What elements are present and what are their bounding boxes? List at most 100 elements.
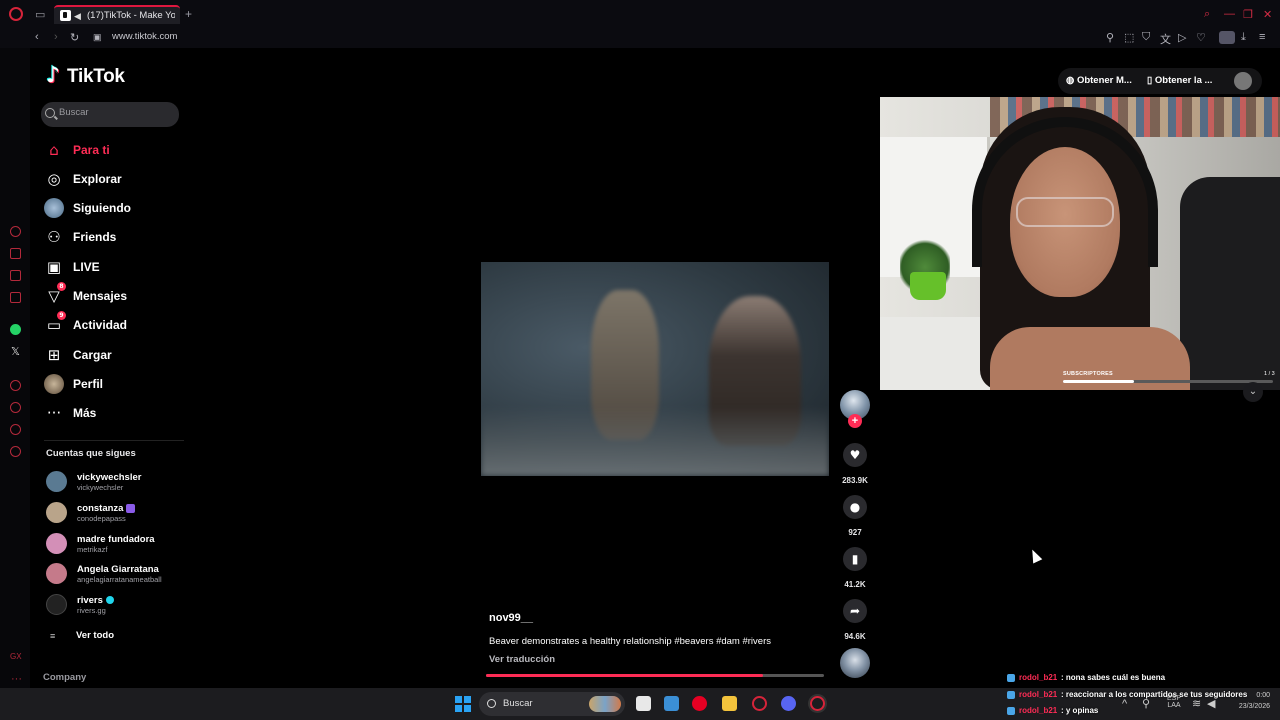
avatar bbox=[46, 594, 67, 615]
get-app-button[interactable]: ▯ Obtener la ... bbox=[1147, 75, 1212, 86]
subscribers-label: SUBSCRIPTORES bbox=[1063, 371, 1113, 377]
search-icon bbox=[487, 699, 496, 708]
sidebar-chat-icon[interactable] bbox=[10, 424, 21, 435]
more-dots-icon: ··· bbox=[46, 404, 62, 422]
sidebar-mail-icon[interactable] bbox=[10, 292, 21, 303]
minimize-icon[interactable]: — bbox=[1224, 8, 1235, 20]
tab-tiktok[interactable]: ◀ (17)TikTok - Make Your bbox=[54, 5, 180, 24]
back-icon[interactable]: ‹ bbox=[35, 31, 39, 43]
nav-item-live[interactable]: ▣ LIVE bbox=[44, 256, 194, 278]
comment-button[interactable]: ● bbox=[843, 495, 867, 519]
nav-item-mensajes[interactable]: ▽ 8 Mensajes bbox=[44, 282, 194, 307]
sidebar-shop-icon[interactable] bbox=[10, 248, 21, 259]
search-box[interactable] bbox=[41, 102, 179, 127]
video-progress-bar[interactable] bbox=[486, 674, 824, 677]
account-item[interactable]: rivers rivers.gg bbox=[46, 594, 196, 618]
nav-item-friends[interactable]: ⚇ Friends bbox=[44, 226, 194, 248]
video-author[interactable]: nov99__ bbox=[489, 612, 533, 624]
heart-icon[interactable]: ♡ bbox=[1196, 31, 1206, 44]
close-icon[interactable]: ✕ bbox=[1263, 8, 1272, 21]
new-tab-icon[interactable]: + bbox=[185, 7, 192, 21]
nav-item-para-ti[interactable]: ⌂ Para ti bbox=[44, 139, 194, 161]
get-coins-button[interactable]: ◍ Obtener M... bbox=[1066, 75, 1132, 86]
music-disc[interactable] bbox=[840, 648, 870, 678]
account-item[interactable]: Angela Giarratana angelagiarratanameatba… bbox=[46, 563, 196, 587]
sidebar-gx-icon[interactable]: GX bbox=[10, 650, 22, 664]
opera-taskbar-icon[interactable] bbox=[752, 696, 767, 711]
sidebar-settings-icon[interactable] bbox=[10, 446, 21, 457]
x-twitter-icon[interactable]: 𝕏 bbox=[11, 345, 20, 359]
forward-icon[interactable]: › bbox=[54, 31, 58, 43]
nav-item-actividad[interactable]: ▭ 9 Actividad bbox=[44, 311, 194, 336]
tray-chevron-icon[interactable]: ^ bbox=[1122, 697, 1127, 711]
widgets-icon[interactable] bbox=[664, 696, 679, 711]
sidebar-ai-icon[interactable] bbox=[10, 226, 21, 237]
mic-icon[interactable]: ⚲ bbox=[1142, 697, 1150, 711]
subscribers-count: 1 / 3 bbox=[1264, 371, 1275, 377]
nav-item-mas[interactable]: ··· Más bbox=[44, 402, 194, 424]
download-icon[interactable]: ⤓ bbox=[1241, 31, 1246, 44]
account-item[interactable]: madre fundadora metrikazf bbox=[46, 533, 196, 557]
nav-item-perfil[interactable]: Perfil bbox=[44, 373, 194, 395]
discord-icon[interactable] bbox=[781, 696, 796, 711]
snapshot-icon[interactable]: ⬚ bbox=[1124, 31, 1134, 44]
follow-plus-icon[interactable]: + bbox=[848, 414, 862, 428]
save-button[interactable]: ▮ bbox=[843, 547, 867, 571]
see-all-link[interactable]: Ver todo bbox=[76, 630, 114, 641]
nav-item-siguiendo[interactable]: Siguiendo bbox=[44, 197, 194, 219]
sidebar-history-icon[interactable] bbox=[10, 402, 21, 413]
account-name: constanza bbox=[77, 503, 136, 514]
nav-item-explorar[interactable]: ◎ Explorar bbox=[44, 168, 194, 190]
see-translation-link[interactable]: Ver traducción bbox=[489, 654, 555, 665]
account-handle: metrikazf bbox=[77, 545, 108, 554]
nav-item-cargar[interactable]: ⊞ Cargar bbox=[44, 344, 194, 366]
windows-start-icon[interactable] bbox=[455, 696, 471, 712]
whatsapp-icon[interactable] bbox=[10, 324, 21, 335]
profile-icon[interactable] bbox=[1219, 31, 1235, 44]
sidebar-player-icon[interactable] bbox=[10, 380, 21, 391]
user-avatar[interactable] bbox=[1234, 72, 1252, 90]
video-caption: Beaver demonstrates a healthy relationsh… bbox=[489, 636, 771, 647]
share-icon: ➦ bbox=[849, 604, 861, 618]
speaker-icon[interactable]: ◀ bbox=[74, 9, 81, 23]
webcam-overlay bbox=[880, 97, 1280, 390]
file-explorer-icon[interactable] bbox=[722, 696, 737, 711]
sidebar-messenger-icon[interactable] bbox=[10, 270, 21, 281]
task-view-icon[interactable] bbox=[636, 696, 651, 711]
tiktok-logo[interactable]: TikTok bbox=[46, 63, 125, 88]
compass-icon: ◎ bbox=[47, 170, 61, 188]
opera-gx-icon[interactable] bbox=[810, 696, 825, 711]
avatar bbox=[46, 502, 67, 523]
play-icon[interactable]: ▷ bbox=[1178, 31, 1186, 44]
sidebar-more-icon[interactable]: ··· bbox=[11, 672, 22, 686]
translate-icon[interactable]: 文 bbox=[1160, 31, 1171, 47]
share-button[interactable]: ➦ bbox=[843, 599, 867, 623]
search-input[interactable] bbox=[59, 107, 169, 118]
activity-badge: 9 bbox=[57, 311, 66, 320]
reload-icon[interactable]: ↻ bbox=[70, 31, 79, 44]
opera-menu-icon[interactable] bbox=[9, 7, 23, 21]
pinterest-icon[interactable] bbox=[692, 696, 707, 711]
video-progress-fill bbox=[486, 674, 764, 677]
volume-icon[interactable]: ◀ bbox=[1207, 697, 1215, 711]
taskbar-search[interactable]: Buscar bbox=[479, 692, 625, 716]
tab-workspaces-icon[interactable]: ▭ bbox=[35, 8, 45, 22]
shield-icon[interactable]: ⛉ bbox=[1142, 31, 1150, 44]
video-player[interactable] bbox=[481, 262, 829, 476]
like-button[interactable]: ♥ bbox=[843, 443, 867, 467]
account-item[interactable]: vickywechsler vickywechsler bbox=[46, 471, 196, 495]
account-item[interactable]: constanza conodepapass bbox=[46, 502, 196, 526]
avatar bbox=[46, 471, 67, 492]
bookmark-pin-icon[interactable]: ⚲ bbox=[1106, 31, 1114, 44]
company-link[interactable]: Company bbox=[43, 672, 86, 683]
bookmark-icon: ▮ bbox=[851, 552, 859, 566]
account-handle: rivers.gg bbox=[77, 606, 106, 615]
scroll-down-button[interactable]: ⌄ bbox=[1243, 382, 1263, 402]
maximize-icon[interactable]: ❐ bbox=[1243, 8, 1253, 21]
account-name: madre fundadora bbox=[77, 534, 155, 545]
wifi-icon[interactable]: ≋ bbox=[1192, 697, 1201, 711]
search-tabs-icon[interactable]: ⌕ bbox=[1204, 8, 1210, 21]
comment-count: 927 bbox=[848, 528, 862, 537]
url-field[interactable]: www.tiktok.com bbox=[112, 31, 177, 42]
easy-setup-icon[interactable]: ≡ bbox=[1259, 31, 1265, 43]
